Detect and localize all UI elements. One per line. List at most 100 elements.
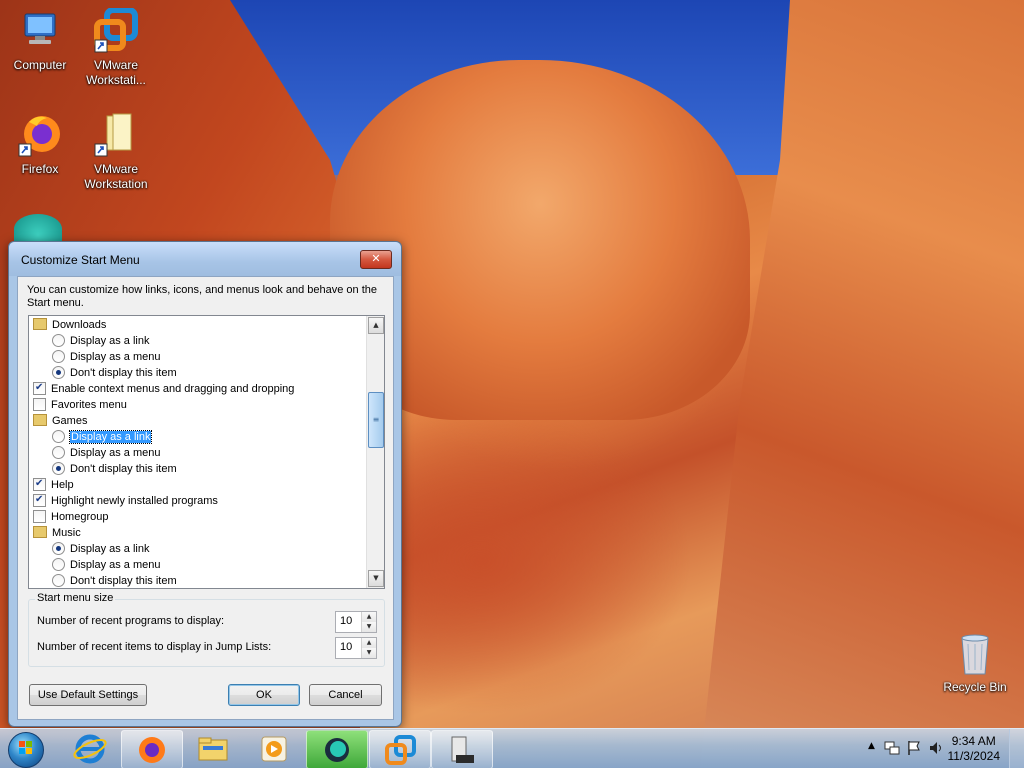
list-checkbox-item[interactable]: Highlight newly installed programs — [33, 492, 218, 509]
downloads-folder-icon — [33, 318, 47, 331]
checkbox[interactable] — [33, 476, 46, 492]
clock-time: 9:34 AM — [951, 734, 996, 748]
checkbox[interactable] — [33, 397, 46, 411]
list-radio-item[interactable]: Don't display this item — [52, 461, 177, 477]
radio-button[interactable] — [52, 429, 65, 443]
taskbar-firefox[interactable] — [121, 730, 183, 768]
radio-button[interactable] — [52, 333, 65, 347]
taskbar-internet-explorer[interactable] — [60, 730, 120, 767]
list-radio-item[interactable]: Display as a menu — [52, 557, 161, 573]
clock[interactable]: 9:34 AM 11/3/2024 — [948, 734, 1001, 764]
desktop-icon-vmware-folder[interactable]: VMware Workstation — [76, 112, 156, 192]
radio-button[interactable] — [52, 541, 65, 555]
list-radio-item[interactable]: Display as a link — [52, 333, 149, 349]
list-item-label: Don't display this item — [70, 463, 177, 475]
list-item-label: Music — [52, 527, 81, 539]
windows-start-orb-icon — [8, 732, 44, 768]
spinner-down-icon[interactable]: ▼ — [362, 648, 376, 658]
radio-button[interactable] — [52, 445, 65, 459]
checkbox[interactable] — [33, 380, 46, 396]
volume-icon[interactable] — [928, 740, 944, 756]
dialog-client-area: You can customize how links, icons, and … — [17, 276, 394, 720]
recent-programs-label: Number of recent programs to display: — [37, 615, 225, 627]
list-radio-item[interactable]: Display as a menu — [52, 445, 161, 461]
recent-programs-value[interactable]: 10 — [340, 615, 352, 627]
games-icon — [33, 414, 47, 427]
list-item-label: Help — [51, 479, 74, 491]
radio-button[interactable] — [52, 365, 65, 379]
dialog-title: Customize Start Menu — [21, 253, 140, 267]
close-icon: ✕ — [371, 252, 381, 265]
desktop-icon-label: VMware Workstation — [84, 162, 148, 191]
jump-lists-value[interactable]: 10 — [340, 641, 352, 653]
checkbox[interactable] — [33, 492, 46, 508]
taskbar-media-player[interactable] — [244, 730, 304, 767]
spinner-up-icon[interactable]: ▲ — [362, 612, 376, 622]
checkbox[interactable] — [33, 509, 46, 523]
list-group-header: Downloads — [33, 317, 106, 333]
desktop-icon-vmware-shortcut[interactable]: VMware Workstati... — [76, 7, 156, 88]
list-item-label: Display as a menu — [70, 559, 161, 571]
ok-button[interactable]: OK — [228, 684, 300, 706]
use-default-settings-button[interactable]: Use Default Settings — [29, 684, 147, 706]
list-checkbox-item[interactable]: Enable context menus and dragging and dr… — [33, 380, 294, 397]
scroll-up-button[interactable]: ▲ — [368, 317, 384, 334]
desktop-icon-label: Firefox — [21, 162, 59, 176]
server-manager-icon — [451, 736, 474, 763]
radio-button[interactable] — [52, 573, 65, 587]
list-vertical-scrollbar[interactable]: ▲ ≡ ▼ — [366, 316, 384, 588]
start-button[interactable] — [3, 730, 49, 768]
desktop-icon-computer[interactable]: Computer — [0, 8, 80, 73]
radio-button[interactable] — [52, 349, 65, 363]
taskbar-app[interactable] — [306, 730, 368, 768]
taskbar-vmware[interactable] — [369, 730, 431, 768]
list-checkbox-item[interactable]: Help — [33, 476, 74, 493]
list-item-label: Don't display this item — [70, 367, 177, 379]
vmware-icon — [385, 735, 416, 765]
list-group-header: Music — [33, 525, 81, 541]
list-item-label: Downloads — [52, 319, 107, 331]
desktop-icon-recycle-bin[interactable]: Recycle Bin — [935, 630, 1015, 695]
list-checkbox-item[interactable]: Favorites menu — [33, 397, 127, 413]
list-item-label: Games — [52, 415, 88, 427]
firefox-icon — [17, 112, 63, 158]
list-radio-item[interactable]: Don't display this item — [52, 573, 177, 588]
computer-icon — [17, 8, 63, 54]
list-radio-item[interactable]: Display as a link — [52, 541, 149, 557]
action-center-flag-icon[interactable] — [906, 740, 922, 756]
scroll-down-button[interactable]: ▼ — [368, 570, 384, 587]
taskbar-explorer[interactable] — [183, 730, 243, 767]
close-button[interactable]: ✕ — [360, 250, 392, 269]
desktop-app-icon-partial[interactable] — [14, 214, 62, 244]
radio-button[interactable] — [52, 461, 65, 475]
taskbar-server-manager[interactable] — [431, 730, 493, 768]
spinner-up-icon[interactable]: ▲ — [362, 638, 376, 648]
clock-date: 11/3/2024 — [947, 749, 1001, 763]
cancel-button[interactable]: Cancel — [309, 684, 382, 706]
desktop-icon-firefox[interactable]: Firefox — [0, 112, 80, 177]
jump-lists-spinner[interactable]: 10 ▲ ▼ — [335, 637, 377, 659]
list-radio-item[interactable]: Display as a menu — [52, 349, 161, 365]
customize-start-menu-dialog: Customize Start Menu ✕ You can customize… — [8, 241, 402, 727]
dialog-titlebar[interactable]: Customize Start Menu ✕ — [9, 242, 401, 276]
spinner-down-icon[interactable]: ▼ — [362, 622, 376, 632]
jump-lists-label: Number of recent items to display in Jum… — [37, 641, 272, 653]
desktop-icon-label: VMware Workstati... — [86, 58, 146, 87]
system-tray: ▲ 9:34 AM 11/3/2024 — [834, 729, 1024, 768]
recent-programs-spinner[interactable]: 10 ▲ ▼ — [335, 611, 377, 633]
list-checkbox-item[interactable]: Homegroup — [33, 509, 108, 525]
list-item-label: Display as a link — [70, 335, 150, 347]
list-radio-item[interactable]: Display as a link — [52, 429, 153, 445]
network-icon[interactable] — [884, 740, 900, 756]
radio-button[interactable] — [52, 557, 65, 571]
show-desktop-button[interactable] — [1009, 729, 1024, 768]
scroll-thumb[interactable]: ≡ — [368, 392, 384, 448]
list-item-label: Display as a menu — [70, 351, 161, 363]
show-hidden-icons-chevron-icon[interactable]: ▲ — [868, 741, 875, 751]
media-player-icon — [261, 736, 287, 762]
group-legend: Start menu size — [35, 592, 116, 604]
dialog-description: You can customize how links, icons, and … — [27, 284, 377, 309]
list-item-label: Don't display this item — [70, 575, 177, 587]
start-menu-options-list[interactable]: Downloads Display as a link Display as a m… — [28, 315, 385, 589]
list-radio-item[interactable]: Don't display this item — [52, 365, 177, 381]
